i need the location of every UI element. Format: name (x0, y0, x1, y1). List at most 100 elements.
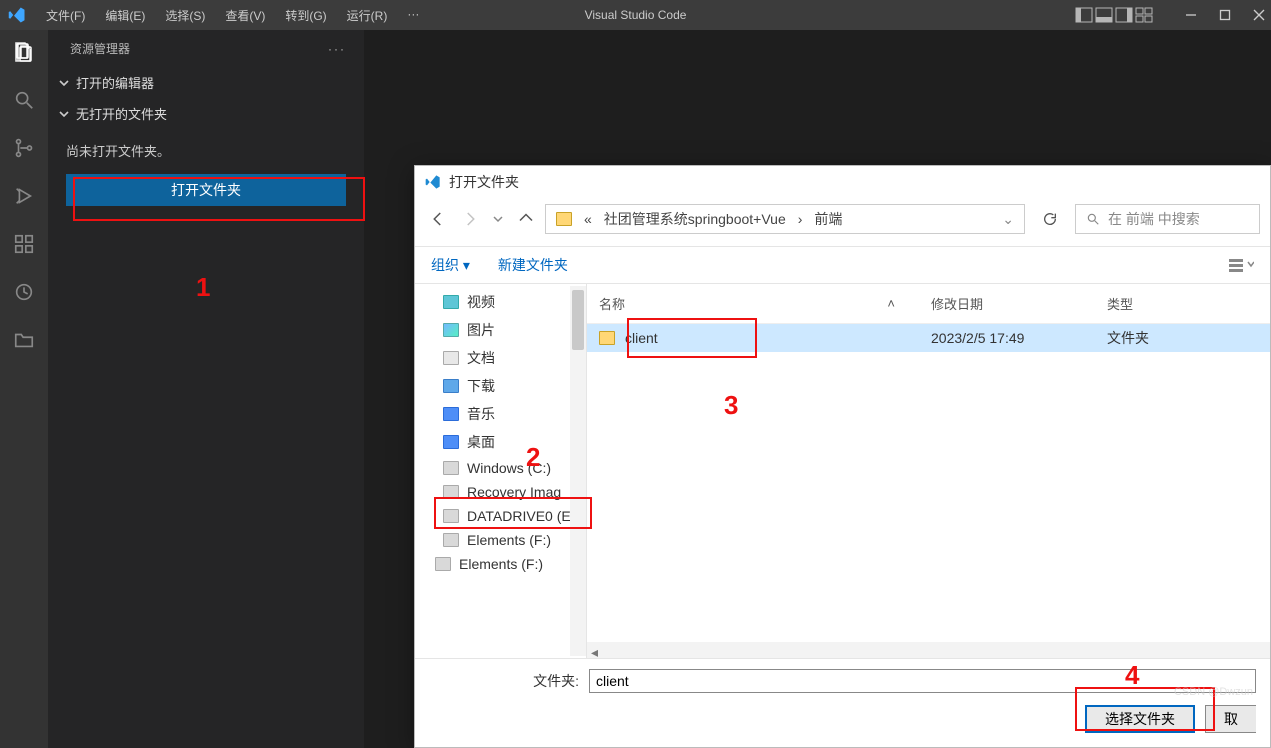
tree-item[interactable]: 文档 (415, 344, 586, 372)
layout-left-icon[interactable] (1075, 7, 1093, 23)
breadcrumb-chevron-icon: › (798, 211, 803, 227)
chevron-down-icon (58, 108, 70, 120)
scroll-left-icon[interactable]: ◂ (591, 644, 603, 656)
tree-item[interactable]: Elements (F:) (415, 528, 586, 552)
search-placeholder: 在 前端 中搜索 (1108, 209, 1200, 229)
tree-item[interactable]: 音乐 (415, 400, 586, 428)
section-open-editors[interactable]: 打开的编辑器 (48, 67, 364, 98)
tree-item[interactable]: Elements (F:) (415, 552, 586, 576)
breadcrumb-p1[interactable]: 社团管理系统springboot+Vue (604, 209, 786, 229)
open-folder-button[interactable]: 打开文件夹 (66, 174, 346, 206)
refresh-icon (1042, 211, 1058, 227)
drive-icon (443, 533, 459, 547)
maximize-icon[interactable] (1219, 9, 1231, 21)
music-icon (443, 407, 459, 421)
section-no-folder[interactable]: 无打开的文件夹 (48, 98, 364, 129)
tree-item[interactable]: 桌面 (415, 428, 586, 456)
debug-icon[interactable] (10, 182, 38, 210)
horizontal-scrollbar[interactable]: ◂ (587, 642, 1270, 658)
col-name[interactable]: 名称˄ (587, 290, 919, 317)
tree-item[interactable]: 下载 (415, 372, 586, 400)
file-list: 名称˄ 修改日期 类型 client 2023/2/5 17:49文件夹 ◂ (587, 284, 1270, 658)
minimize-icon[interactable] (1185, 9, 1197, 21)
menu-edit[interactable]: 编辑(E) (97, 3, 153, 28)
recent-dropdown-icon[interactable] (493, 214, 503, 224)
tree-item-label: 图片 (467, 320, 495, 340)
window-title: Visual Studio Code (585, 8, 687, 22)
folder-icon (556, 212, 572, 226)
tree-item-label: Windows (C:) (467, 460, 551, 476)
section-open-editors-label: 打开的编辑器 (76, 73, 154, 92)
tree-item-label: Recovery Imag (467, 484, 561, 500)
desk-icon (443, 435, 459, 449)
menu-run[interactable]: 运行(R) (339, 3, 396, 28)
tree-item-label: 桌面 (467, 432, 495, 452)
view-options-icon[interactable] (1228, 256, 1254, 274)
section-no-folder-label: 无打开的文件夹 (76, 104, 167, 123)
drive-icon (443, 509, 459, 523)
breadcrumb-dropdown-icon[interactable]: ⌄ (1002, 211, 1014, 228)
organize-button[interactable]: 组织 ▾ (431, 255, 470, 275)
tree-item[interactable]: Recovery Imag (415, 480, 586, 504)
back-icon[interactable] (429, 210, 447, 228)
source-control-icon[interactable] (10, 134, 38, 162)
drive-icon (443, 461, 459, 475)
file-date: 2023/2/5 17:49 (919, 330, 1095, 346)
no-folder-msg: 尚未打开文件夹。 (66, 141, 346, 160)
history-icon[interactable] (10, 278, 38, 306)
extensions-icon[interactable] (10, 230, 38, 258)
tree-item-label: 下载 (467, 376, 495, 396)
chevron-down-icon (58, 77, 70, 89)
nav-tree[interactable]: 视频图片文档下载音乐桌面 Windows (C:) Recovery Imag DAT… (415, 284, 587, 658)
tree-scrollbar[interactable] (570, 286, 586, 656)
refresh-button[interactable] (1035, 204, 1065, 234)
tree-item-label: 视频 (467, 292, 495, 312)
search-icon[interactable] (10, 86, 38, 114)
sidebar: 资源管理器 ··· 打开的编辑器 无打开的文件夹 尚未打开文件夹。 打开文件夹 (48, 30, 364, 748)
newfolder-button[interactable]: 新建文件夹 (498, 255, 568, 275)
tree-item-label: DATADRIVE0 (E (467, 508, 571, 524)
drive-icon (443, 485, 459, 499)
tree-item[interactable]: 图片 (415, 316, 586, 344)
folder-label: 文件夹: (429, 671, 579, 691)
tree-item[interactable]: Windows (C:) (415, 456, 586, 480)
col-date[interactable]: 修改日期 (919, 290, 1095, 317)
menu-file[interactable]: 文件(F) (38, 3, 93, 28)
menu-view[interactable]: 查看(V) (217, 3, 273, 28)
forward-icon[interactable] (461, 210, 479, 228)
col-type[interactable]: 类型 (1095, 290, 1270, 317)
search-icon (1086, 212, 1100, 226)
layout-bottom-icon[interactable] (1095, 7, 1113, 23)
dl-icon (443, 379, 459, 393)
file-name: client (625, 330, 658, 346)
file-row[interactable]: client 2023/2/5 17:49文件夹 (587, 324, 1270, 352)
titlebar: 文件(F) 编辑(E) 选择(S) 查看(V) 转到(G) 运行(R) ··· … (0, 0, 1271, 30)
folder-icon (599, 331, 615, 345)
tree-item[interactable]: 视频 (415, 288, 586, 316)
dialog-search[interactable]: 在 前端 中搜索 (1075, 204, 1260, 234)
file-list-header: 名称˄ 修改日期 类型 (587, 284, 1270, 324)
file-type: 文件夹 (1095, 328, 1270, 348)
cancel-button[interactable]: 取 (1205, 705, 1256, 733)
explorer-icon[interactable] (10, 38, 38, 66)
menu-more[interactable]: ··· (399, 3, 427, 28)
breadcrumb[interactable]: « 社团管理系统springboot+Vue › 前端 ⌄ (545, 204, 1025, 234)
menu-select[interactable]: 选择(S) (157, 3, 213, 28)
menu-go[interactable]: 转到(G) (277, 3, 334, 28)
tree-item-label: 文档 (467, 348, 495, 368)
more-icon[interactable]: ··· (328, 42, 346, 56)
folder-input[interactable] (589, 669, 1256, 693)
breadcrumb-p2[interactable]: 前端 (814, 209, 842, 229)
folder-icon[interactable] (10, 326, 38, 354)
vscode-logo-icon (425, 174, 441, 190)
layout-grid-icon[interactable] (1135, 7, 1153, 23)
drive-icon (435, 557, 451, 571)
close-icon[interactable] (1253, 9, 1265, 21)
up-icon[interactable] (517, 210, 535, 228)
layout-right-icon[interactable] (1115, 7, 1133, 23)
vscode-logo-icon (8, 6, 26, 24)
select-folder-button[interactable]: 选择文件夹 (1085, 705, 1195, 733)
open-folder-dialog: 打开文件夹 « 社团管理系统springboot+Vue › 前端 ⌄ 在 前端… (414, 165, 1271, 748)
tree-item-label: 音乐 (467, 404, 495, 424)
tree-item[interactable]: DATADRIVE0 (E (415, 504, 586, 528)
